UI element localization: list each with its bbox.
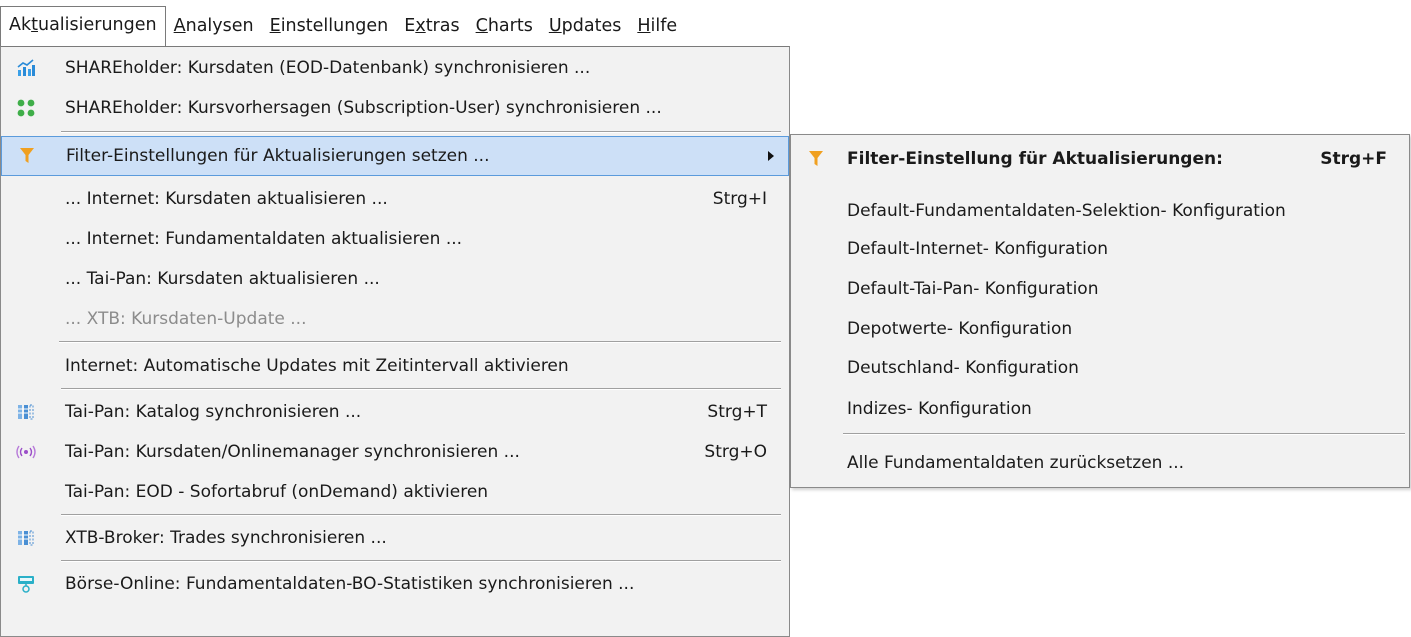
submenu-item-label: Deutschland- Konfiguration bbox=[847, 358, 1079, 378]
submenu-item-label: Default-Fundamentaldaten-Selektion- Konf… bbox=[847, 201, 1286, 221]
menu-item-label: XTB-Broker: Trades synchronisieren ... bbox=[65, 528, 387, 548]
menu-separator bbox=[61, 131, 781, 133]
submenu-separator bbox=[843, 433, 1405, 435]
aktualisierungen-dropdown: SHAREholder: Kursdaten (EOD-Datenbank) s… bbox=[0, 46, 790, 637]
filter-einstellungen-submenu: Filter-Einstellung für Aktualisierungen:… bbox=[790, 134, 1410, 488]
menu-item-label: Tai-Pan: Katalog synchronisieren ... bbox=[65, 402, 362, 422]
menu-label-accel: t bbox=[31, 15, 38, 35]
menu-item-taipan-kursdaten[interactable]: ... Tai-Pan: Kursdaten aktualisieren ... bbox=[1, 260, 789, 298]
grid-dots-icon bbox=[15, 97, 37, 119]
menu-label-accel: H bbox=[637, 16, 651, 36]
menu-label-accel: U bbox=[548, 16, 562, 36]
menu-item-label: ... Tai-Pan: Kursdaten aktualisieren ... bbox=[65, 269, 380, 289]
menu-item-internet-fundamentaldaten[interactable]: ... Internet: Fundamentaldaten aktualisi… bbox=[1, 220, 789, 258]
submenu-item-default-internet[interactable]: Default-Internet- Konfiguration bbox=[791, 229, 1409, 269]
submenu-item-indizes[interactable]: Indizes- Konfiguration bbox=[791, 389, 1409, 429]
menu-separator bbox=[59, 341, 781, 343]
menu-label-accel: x bbox=[415, 16, 426, 36]
menu-item-label: ... Internet: Kursdaten aktualisieren ..… bbox=[65, 189, 388, 209]
menu-analysen[interactable]: Analysen bbox=[166, 8, 262, 46]
menu-item-automatische-updates[interactable]: Internet: Automatische Updates mit Zeiti… bbox=[1, 347, 789, 385]
menu-item-shortcut: Strg+O bbox=[704, 442, 767, 462]
menu-item-label: SHAREholder: Kursvorhersagen (Subscripti… bbox=[65, 98, 662, 118]
menu-label-part: E bbox=[404, 16, 416, 36]
menu-item-xtb-broker-trades[interactable]: XTB-Broker: Trades synchronisieren ... bbox=[1, 519, 789, 557]
menu-label-part: instellungen bbox=[280, 16, 389, 36]
menu-item-shortcut: Strg+I bbox=[712, 189, 767, 209]
menu-item-label: SHAREholder: Kursdaten (EOD-Datenbank) s… bbox=[65, 58, 591, 78]
filter-icon bbox=[805, 148, 827, 170]
menu-item-shareholder-kursdaten[interactable]: SHAREholder: Kursdaten (EOD-Datenbank) s… bbox=[1, 49, 789, 87]
menu-label-accel: E bbox=[269, 16, 281, 36]
submenu-item-label: Alle Fundamentaldaten zurücksetzen ... bbox=[847, 453, 1185, 473]
menu-einstellungen[interactable]: Einstellungen bbox=[262, 8, 397, 46]
submenu-arrow-icon bbox=[768, 151, 774, 161]
menu-item-label: Börse-Online: Fundamentaldaten-BO-Statis… bbox=[65, 574, 635, 594]
menu-separator bbox=[61, 388, 781, 390]
menu-item-boerse-online-statistiken[interactable]: Börse-Online: Fundamentaldaten-BO-Statis… bbox=[1, 565, 789, 603]
menu-label-part: ilfe bbox=[650, 16, 678, 36]
menu-item-label: Filter-Einstellungen für Aktualisierunge… bbox=[66, 146, 490, 166]
submenu-item-label: Default-Tai-Pan- Konfiguration bbox=[847, 279, 1099, 299]
menu-separator bbox=[61, 514, 781, 516]
menu-item-xtb-kursdaten-update: ... XTB: Kursdaten-Update ... bbox=[1, 300, 789, 338]
menu-label-accel: C bbox=[475, 16, 488, 36]
submenu-item-filter-header[interactable]: Filter-Einstellung für Aktualisierungen:… bbox=[791, 139, 1409, 179]
menu-bar: Aktualisierungen Analysen Einstellungen … bbox=[0, 0, 790, 46]
monitor-icon bbox=[15, 573, 37, 595]
submenu-item-depotwerte[interactable]: Depotwerte- Konfiguration bbox=[791, 309, 1409, 349]
menu-item-shareholder-kursvorhersagen[interactable]: SHAREholder: Kursvorhersagen (Subscripti… bbox=[1, 89, 789, 127]
menu-item-taipan-onlinemanager[interactable]: Tai-Pan: Kursdaten/Onlinemanager synchro… bbox=[1, 433, 789, 471]
submenu-item-label: Default-Internet- Konfiguration bbox=[847, 239, 1109, 259]
broadcast-icon bbox=[15, 441, 37, 463]
menu-updates[interactable]: Updates bbox=[541, 8, 630, 46]
menu-item-taipan-eod-sofortabruf[interactable]: Tai-Pan: EOD - Sofortabruf (onDemand) ak… bbox=[1, 473, 789, 511]
menu-hilfe[interactable]: Hilfe bbox=[629, 8, 677, 46]
menu-label-part: Ak bbox=[9, 15, 32, 35]
catalog-icon bbox=[15, 401, 37, 423]
menu-label-part: pdates bbox=[561, 16, 622, 36]
menu-separator bbox=[61, 560, 781, 562]
menu-item-label: Tai-Pan: Kursdaten/Onlinemanager synchro… bbox=[65, 442, 520, 462]
menu-label-part: harts bbox=[487, 16, 533, 36]
menu-label-part: nalysen bbox=[185, 16, 254, 36]
menu-extras[interactable]: Extras bbox=[396, 8, 467, 46]
menu-label-part: tras bbox=[425, 16, 460, 36]
submenu-item-label: Filter-Einstellung für Aktualisierungen: bbox=[847, 149, 1223, 169]
menu-item-label: Internet: Automatische Updates mit Zeiti… bbox=[65, 356, 569, 376]
menu-label-accel: A bbox=[173, 16, 186, 36]
submenu-item-label: Depotwerte- Konfiguration bbox=[847, 319, 1073, 339]
menu-item-label: Tai-Pan: EOD - Sofortabruf (onDemand) ak… bbox=[65, 482, 489, 502]
menu-aktualisierungen[interactable]: Aktualisierungen bbox=[0, 6, 166, 46]
catalog-icon bbox=[15, 527, 37, 549]
menu-item-internet-kursdaten[interactable]: ... Internet: Kursdaten aktualisieren ..… bbox=[1, 180, 789, 218]
menu-item-shortcut: Strg+T bbox=[707, 402, 767, 422]
bar-chart-icon bbox=[15, 57, 37, 79]
submenu-item-label: Indizes- Konfiguration bbox=[847, 399, 1032, 419]
submenu-item-shortcut: Strg+F bbox=[1320, 149, 1387, 169]
menu-item-label: ... XTB: Kursdaten-Update ... bbox=[65, 309, 307, 329]
submenu-item-default-fundamentaldaten[interactable]: Default-Fundamentaldaten-Selektion- Konf… bbox=[791, 191, 1409, 231]
filter-icon bbox=[16, 145, 38, 167]
submenu-item-alle-zuruecksetzen[interactable]: Alle Fundamentaldaten zurücksetzen ... bbox=[791, 443, 1409, 483]
menu-item-filter-einstellungen[interactable]: Filter-Einstellungen für Aktualisierunge… bbox=[1, 136, 789, 176]
submenu-item-deutschland[interactable]: Deutschland- Konfiguration bbox=[791, 348, 1409, 388]
submenu-item-default-taipan[interactable]: Default-Tai-Pan- Konfiguration bbox=[791, 269, 1409, 309]
menu-label-part: ualisierungen bbox=[37, 15, 157, 35]
menu-item-label: ... Internet: Fundamentaldaten aktualisi… bbox=[65, 229, 463, 249]
menu-charts[interactable]: Charts bbox=[468, 8, 541, 46]
menu-item-taipan-katalog[interactable]: Tai-Pan: Katalog synchronisieren ... Str… bbox=[1, 393, 789, 431]
